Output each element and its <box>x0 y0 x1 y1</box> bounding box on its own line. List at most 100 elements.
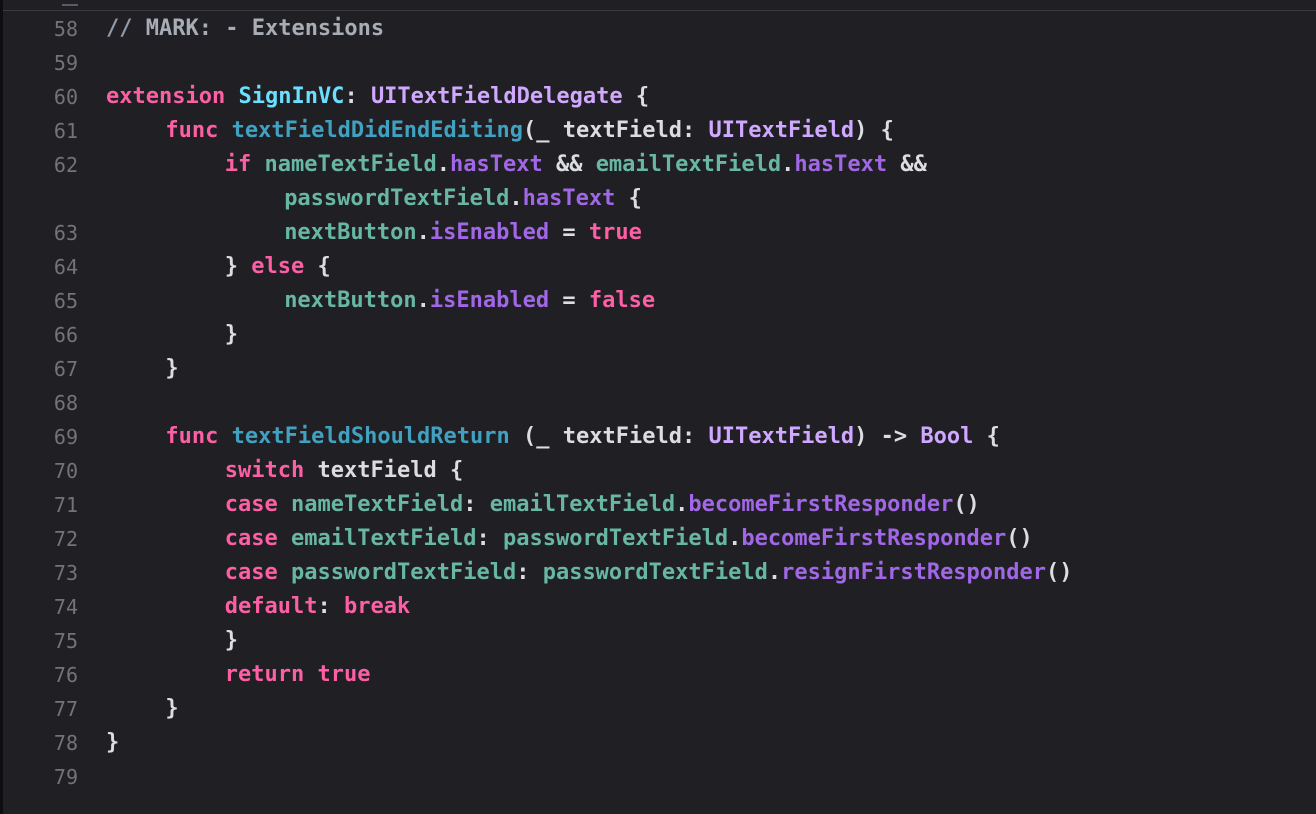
code-token: (_ textField: <box>509 424 709 449</box>
code-token: true <box>317 662 371 687</box>
code-token: func <box>165 118 219 143</box>
code-line[interactable]: 74 default: break <box>0 590 1316 624</box>
code-token: : <box>476 526 503 551</box>
line-source: case passwordTextField: passwordTextFiel… <box>225 556 1073 590</box>
code-line[interactable]: 64 } else { <box>0 250 1316 284</box>
line-number: 67 <box>53 357 78 381</box>
code-token: . <box>416 288 430 313</box>
code-token: UITextFieldDelegate <box>370 84 623 109</box>
code-token: : <box>463 492 490 517</box>
code-line[interactable]: 78} <box>0 726 1316 760</box>
code-token: textFieldDidEndEditing <box>231 118 524 143</box>
code-token: case <box>224 526 278 551</box>
line-number: 75 <box>53 629 78 653</box>
line-number: 79 <box>53 765 78 789</box>
code-token: () <box>1006 526 1033 551</box>
code-token: () <box>1046 560 1073 585</box>
line-number: 73 <box>53 561 78 585</box>
code-lines[interactable]: 58 // MARK: - Extensions 59 60 extension Sig… <box>0 12 1316 794</box>
code-line[interactable]: 70 switch textField { <box>0 454 1316 488</box>
code-line[interactable]: 68 <box>0 386 1316 420</box>
line-number: 60 <box>53 85 78 109</box>
line-number: 74 <box>53 595 78 619</box>
code-line[interactable]: 72 case emailTextField: passwordTextField… <box>0 522 1316 556</box>
code-token: = <box>549 288 589 313</box>
line-number: 69 <box>53 425 78 449</box>
code-token: MARK: - Extensions <box>145 16 385 41</box>
line-source: case emailTextField: passwordTextField.b… <box>225 522 1033 556</box>
code-token: ) { <box>854 118 894 143</box>
code-token: case <box>224 492 278 517</box>
code-line[interactable]: 59 <box>0 46 1316 80</box>
code-line[interactable]: 73 case passwordTextField: passwordTextFi… <box>0 556 1316 590</box>
line-source: default: break <box>225 590 410 624</box>
code-token: hasText <box>522 186 616 211</box>
line-source: func textFieldShouldReturn (_ textField:… <box>165 420 1000 454</box>
code-token: : <box>344 84 371 109</box>
previous-line-number-stub <box>62 0 78 6</box>
line-number: 68 <box>53 391 78 415</box>
editor-top-edge <box>0 0 1316 11</box>
code-token: isEnabled <box>429 288 550 313</box>
line-source: } else { <box>225 250 331 284</box>
code-line[interactable]: 69 func textFieldShouldReturn (_ textFiel… <box>0 420 1316 454</box>
code-token: } <box>165 696 179 721</box>
code-token: ) -> <box>854 424 921 449</box>
code-token: . <box>675 492 689 517</box>
line-number: 70 <box>53 459 78 483</box>
code-line[interactable]: 63 nextButton.isEnabled = true <box>0 216 1316 250</box>
code-token: : <box>317 594 345 619</box>
code-token: Bool <box>920 424 974 449</box>
code-token: { <box>622 84 650 109</box>
code-token: = <box>549 220 589 245</box>
code-line[interactable]: passwordTextField.hasText { <box>0 182 1316 216</box>
code-line[interactable]: 66} <box>0 318 1316 352</box>
code-line[interactable]: 75} <box>0 624 1316 658</box>
code-token: SignInVC <box>238 84 345 109</box>
code-line[interactable]: 76 return true <box>0 658 1316 692</box>
line-source: nextButton.isEnabled = true <box>284 216 642 250</box>
code-token: UITextField <box>708 118 855 143</box>
code-editor[interactable]: 58 // MARK: - Extensions 59 60 extension Sig… <box>0 0 1316 814</box>
code-token: emailTextField <box>489 492 676 517</box>
code-line[interactable]: 71 case nameTextField: emailTextField.bec… <box>0 488 1316 522</box>
code-line[interactable]: 67} <box>0 352 1316 386</box>
line-number: 64 <box>53 255 78 279</box>
code-token: hasText <box>794 152 888 177</box>
line-source: return true <box>225 658 371 692</box>
line-number: 76 <box>53 663 78 687</box>
code-line[interactable]: 62 if nameTextField.hasText && emailTextF… <box>0 148 1316 182</box>
code-line[interactable]: 58 // MARK: - Extensions <box>0 12 1316 46</box>
code-token: hasText <box>449 152 543 177</box>
code-token: else <box>251 254 305 279</box>
line-number: 71 <box>53 493 78 517</box>
code-line[interactable]: 79 <box>0 760 1316 794</box>
code-token: && <box>887 152 927 177</box>
code-line[interactable]: 60 extension SignInVC: UITextFieldDelegat… <box>0 80 1316 114</box>
code-token: switch <box>224 458 305 483</box>
code-token: false <box>588 288 656 313</box>
code-line[interactable]: 77} <box>0 692 1316 726</box>
code-token: : <box>516 560 543 585</box>
line-source: case nameTextField: emailTextField.becom… <box>225 488 980 522</box>
line-source: } <box>225 624 238 658</box>
code-line[interactable]: 61 func textFieldDidEndEditing(_ textFiel… <box>0 114 1316 148</box>
line-source: nextButton.isEnabled = false <box>284 284 655 318</box>
line-number: 66 <box>53 323 78 347</box>
code-token: && <box>542 152 596 177</box>
code-token: { <box>304 254 331 279</box>
code-token: // <box>106 16 146 41</box>
line-number: 65 <box>53 289 78 313</box>
code-token: nextButton <box>284 288 417 313</box>
line-number: 63 <box>53 221 78 245</box>
code-token: } <box>106 730 120 755</box>
line-source: passwordTextField.hasText { <box>284 182 642 216</box>
code-line[interactable]: 65 nextButton.isEnabled = false <box>0 284 1316 318</box>
code-token: passwordTextField <box>284 186 510 211</box>
code-token: UITextField <box>708 424 855 449</box>
